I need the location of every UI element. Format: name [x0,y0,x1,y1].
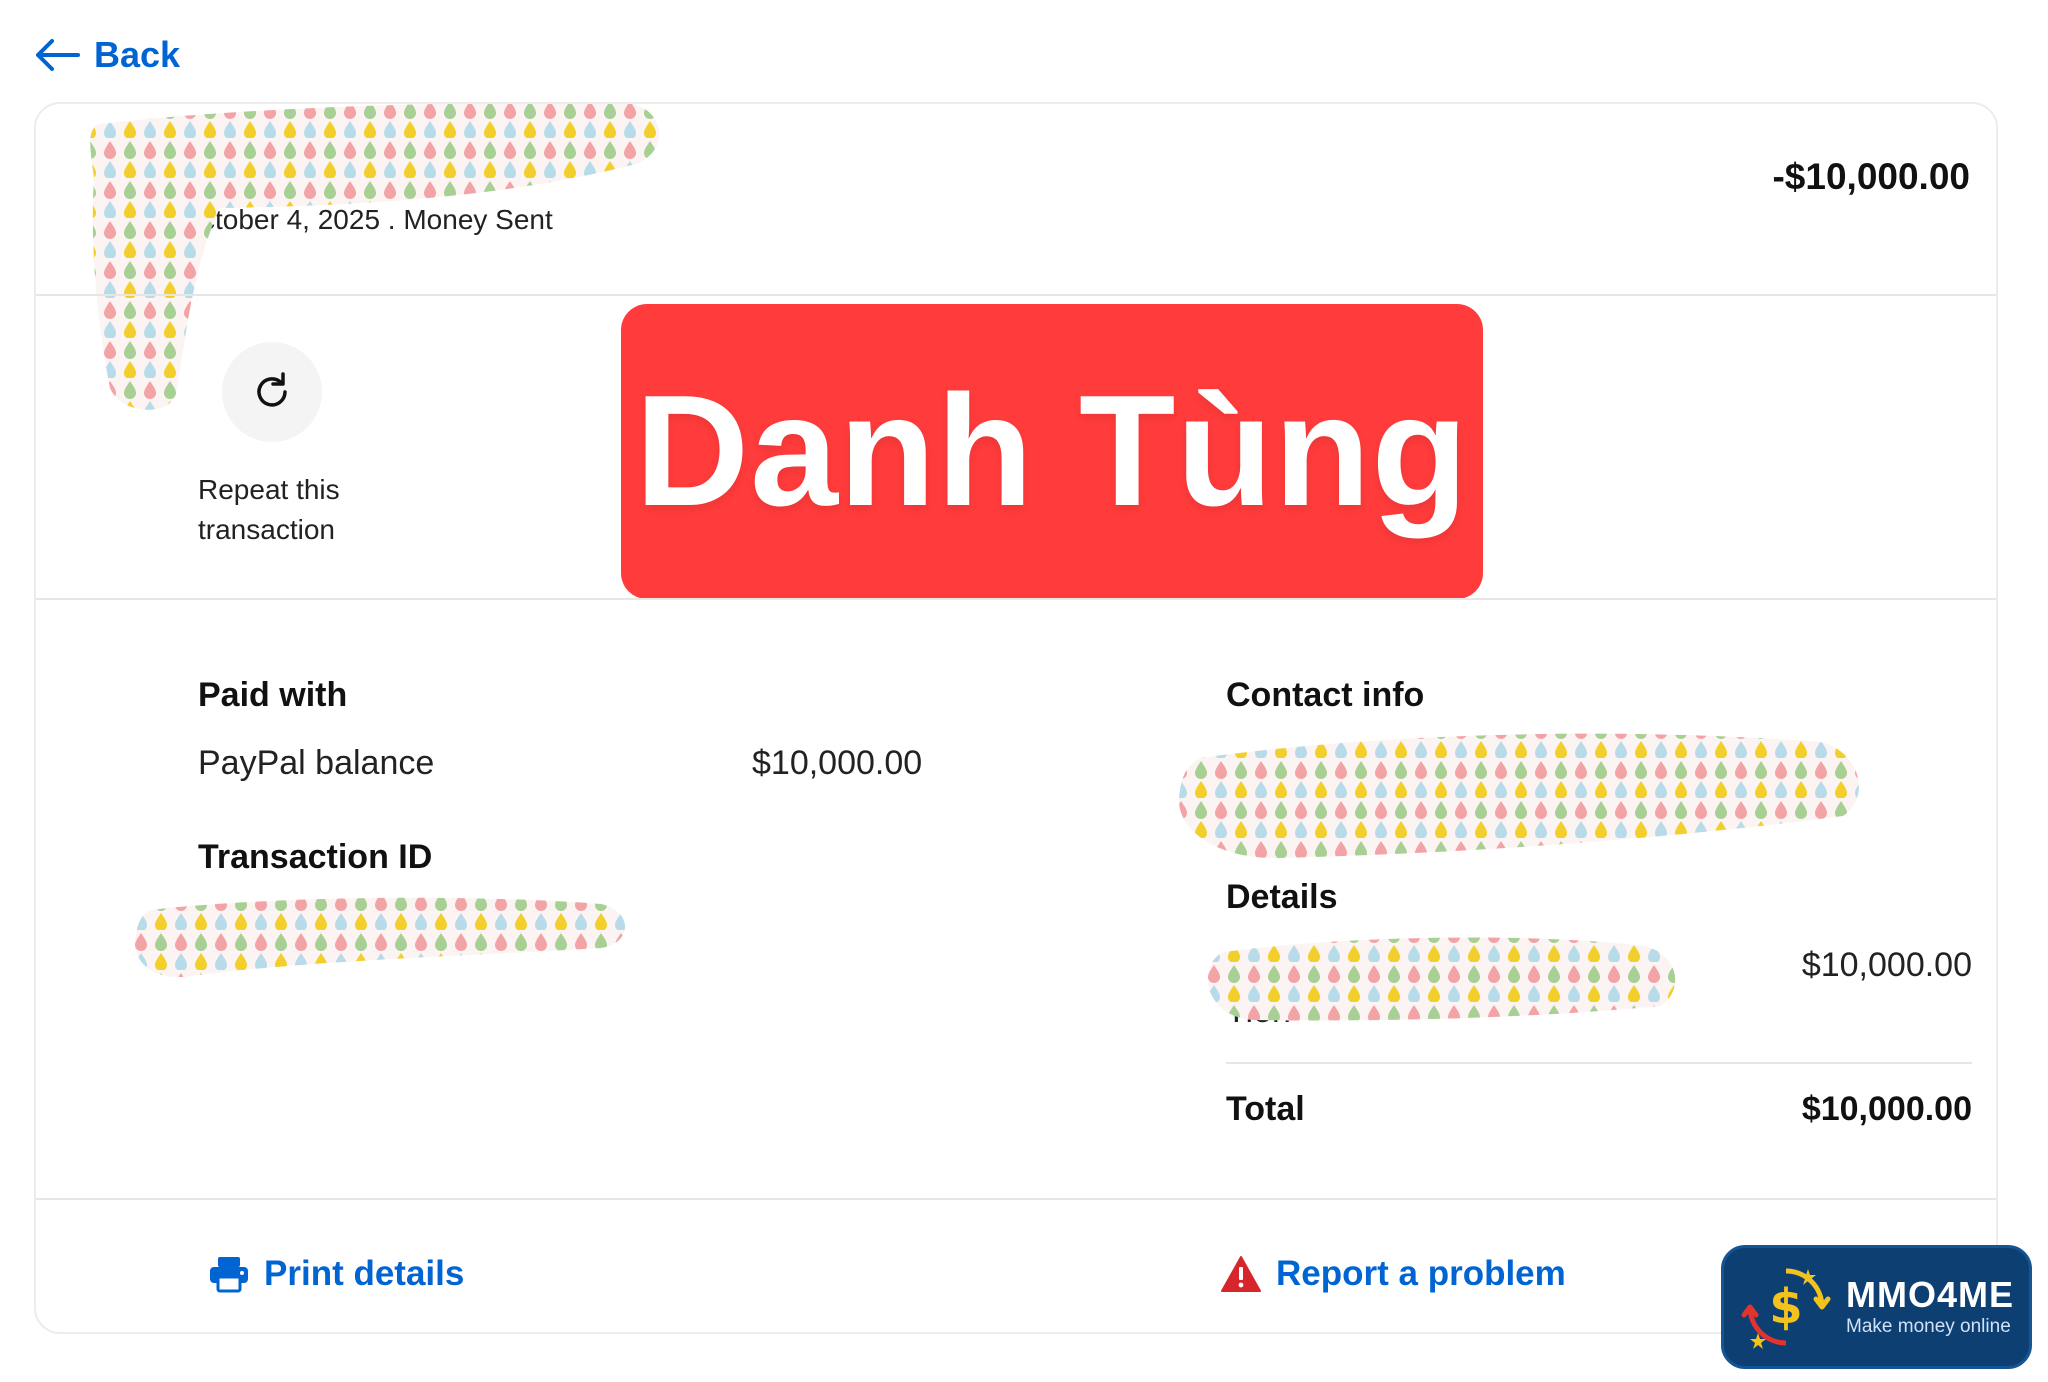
warning-icon [1221,1256,1261,1292]
arrow-left-icon [36,39,80,71]
redaction-contact-info [1178,733,1859,859]
transaction-amount: -$10,000.00 [1772,156,1970,197]
transaction-id-title: Transaction ID [198,838,433,876]
total-label: Total [1226,1090,1305,1128]
details-item-amount: $10,000.00 [1801,946,1972,984]
dollar-logo-icon: $ [1741,1268,1831,1349]
printer-icon [210,1257,248,1293]
mmo4me-watermark-logo: $ MMO4ME Make money online [1721,1245,2032,1369]
svg-text:$: $ [1769,1279,1802,1335]
details-total-divider [1226,1062,1972,1064]
details-title: Details [1226,878,1338,916]
name-overlay-banner: Danh Tùng [621,304,1483,599]
redaction-transaction-id [134,897,626,978]
redaction-details-item [1207,937,1676,1021]
watermark-name: MMO4ME [1846,1274,2014,1315]
redaction-name-overlay [90,104,660,410]
repeat-transaction-label[interactable]: Repeat this transaction [198,470,418,550]
total-amount: $10,000.00 [1801,1090,1972,1128]
footer-divider [36,1198,1996,1200]
repeat-transaction-button[interactable] [222,342,322,442]
print-details-link[interactable]: Print details [208,1254,464,1294]
back-link[interactable]: Back [34,32,180,78]
report-problem-label: Report a problem [1276,1254,1566,1293]
overlay-text: Danh Tùng [635,363,1469,539]
transaction-card: ctober 4, 2025 . Money Sent -$10,000.00 … [34,102,1998,1334]
header-divider [36,294,1996,296]
payment-method-amount: $10,000.00 [752,744,923,782]
repeat-icon [257,372,287,407]
paid-with-title: Paid with [198,676,348,714]
back-label: Back [94,34,181,75]
contact-info-title: Contact info [1226,676,1425,714]
actions-divider [36,598,1996,600]
payment-method: PayPal balance [198,744,435,782]
report-problem-link[interactable]: Report a problem [1220,1254,1566,1294]
print-details-label: Print details [264,1254,465,1293]
watermark-tagline: Make money online [1846,1316,2011,1337]
